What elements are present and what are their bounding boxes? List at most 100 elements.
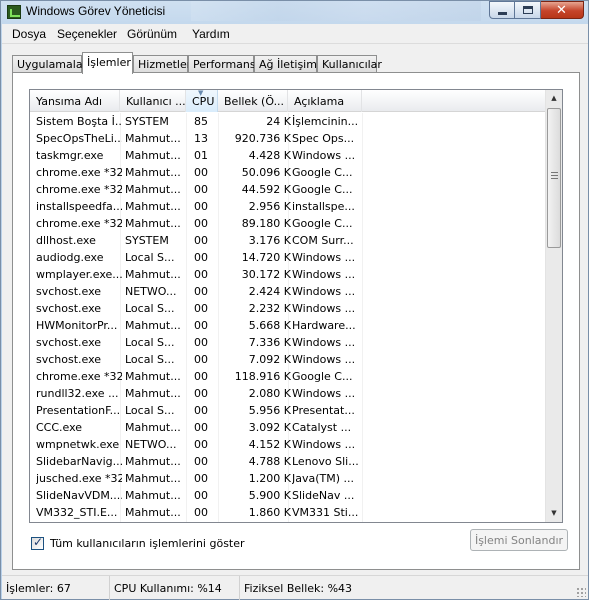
process-name-cell: taskmgr.exe xyxy=(36,149,104,162)
process-description-cell: Windows ... xyxy=(292,336,356,349)
process-row[interactable]: svchost.exe Local S... 00 2.232 K Windows ..… xyxy=(30,300,548,317)
process-list[interactable]: Yansıma Adı Kullanıcı ... ▼ CPU Bellek (… xyxy=(29,89,563,523)
process-row[interactable]: SlidebarNavig... Mahmut... 00 4.788 K Lenovo… xyxy=(30,453,548,470)
process-name-cell: chrome.exe *32 xyxy=(36,370,122,383)
process-memory-cell: 4.788 K xyxy=(248,455,291,468)
process-user-cell: Mahmut... xyxy=(125,421,181,434)
process-user-cell: Mahmut... xyxy=(125,387,181,400)
process-row[interactable]: SlideNavVDM.... Mahmut... 00 5.900 K SlideNa… xyxy=(30,487,548,504)
process-memory-cell: 14.720 K xyxy=(241,251,291,264)
end-process-button[interactable]: İşlemi Sonlandır xyxy=(470,529,568,551)
process-row[interactable]: svchost.exe NETWO... 00 2.424 K Windows ... xyxy=(30,283,548,300)
process-description-cell: VM331 Sti... xyxy=(292,506,358,519)
column-user-name[interactable]: Kullanıcı ... xyxy=(120,90,186,112)
process-row[interactable]: installspeedfa... Mahmut... 00 2.956 Kinsta… xyxy=(30,198,548,215)
process-memory-cell: 2.956 K xyxy=(248,200,291,213)
process-memory-cell: 2.080 K xyxy=(248,387,291,400)
process-row[interactable]: chrome.exe *32 Mahmut... 00 44.592 K Google … xyxy=(30,181,548,198)
process-row[interactable]: jusched.exe *32 Mahmut... 00 1.200 K Java(TM… xyxy=(30,470,548,487)
process-row[interactable]: svchost.exe Local S... 00 7.336 K Windows ..… xyxy=(30,334,548,351)
process-row[interactable]: svchost.exe Local S... 00 7.092 K Windows ..… xyxy=(30,351,548,368)
process-name-cell: dllhost.exe xyxy=(36,234,96,247)
process-user-cell: Mahmut... xyxy=(125,200,181,213)
processes-panel: Yansıma Adı Kullanıcı ... ▼ CPU Bellek (… xyxy=(12,72,580,570)
resize-grip-icon[interactable] xyxy=(576,587,586,597)
process-row[interactable]: Sistem Boşta İ... SYSTEM 85 24 K İşlemcinin.… xyxy=(30,113,548,130)
process-description-cell: Google C... xyxy=(292,183,353,196)
menu-view[interactable]: Görünüm xyxy=(127,27,177,41)
process-row[interactable]: wmpnetwk.exe NETWO... 00 4.152 K Windows ... xyxy=(30,436,548,453)
menu-bar: Dosya Seçenekler Görünüm Yardım xyxy=(2,24,588,44)
tab-processes[interactable]: İşlemler xyxy=(82,52,133,74)
process-description-cell: İşlemcinin... xyxy=(292,115,358,128)
tab-services[interactable]: Hizmetler xyxy=(133,55,191,73)
process-user-cell: Local S... xyxy=(125,336,175,349)
process-description-cell: Windows ... xyxy=(292,302,356,315)
column-description[interactable]: Açıklama xyxy=(288,90,362,112)
process-memory-cell: 44.592 K xyxy=(241,183,291,196)
maximize-button[interactable] xyxy=(515,1,541,19)
process-row[interactable]: dllhost.exe SYSTEM 00 3.176 K COM Surr... xyxy=(30,232,548,249)
process-user-cell: Local S... xyxy=(125,302,175,315)
process-name-cell: audiodg.exe xyxy=(36,251,104,264)
close-button[interactable]: ✕ xyxy=(541,1,584,19)
process-description-cell: Hardware... xyxy=(292,319,356,332)
process-name-cell: PresentationF... xyxy=(36,404,121,417)
menu-help[interactable]: Yardım xyxy=(192,27,230,41)
title-bar[interactable]: Windows Görev Yöneticisi ✕ xyxy=(1,1,588,23)
column-image-name[interactable]: Yansıma Adı xyxy=(30,90,120,112)
column-cpu[interactable]: ▼ CPU xyxy=(186,90,218,112)
process-description-cell: Java(TM) ... xyxy=(292,472,355,485)
tab-applications[interactable]: Uygulamalar xyxy=(12,55,87,73)
process-description-cell: installspe... xyxy=(292,200,355,213)
vertical-scrollbar[interactable]: ▲ ▼ xyxy=(545,90,562,522)
scrollbar-thumb[interactable] xyxy=(547,108,561,248)
tab-users[interactable]: Kullanıcılar xyxy=(317,55,382,73)
process-row[interactable]: rundll32.exe ... Mahmut... 00 2.080 K Window… xyxy=(30,385,548,402)
process-user-cell: NETWO... xyxy=(125,438,177,451)
process-memory-cell: 30.172 K xyxy=(241,268,291,281)
process-row[interactable]: chrome.exe *32 Mahmut... 00 50.096 K Google … xyxy=(30,164,548,181)
process-row[interactable]: SpecOpsTheLi... Mahmut... 13 920.736 K Spec … xyxy=(30,130,548,147)
process-memory-cell: 4.428 K xyxy=(248,149,291,162)
minimize-button[interactable] xyxy=(489,1,515,19)
process-user-cell: Mahmut... xyxy=(125,183,181,196)
show-all-users-label[interactable]: Tüm kullanıcıların işlemlerini göster xyxy=(50,537,245,550)
sort-descending-icon: ▼ xyxy=(198,90,204,97)
process-user-cell: Mahmut... xyxy=(125,268,181,281)
menu-file[interactable]: Dosya xyxy=(12,27,46,41)
process-name-cell: svchost.exe xyxy=(36,302,102,315)
process-row[interactable]: PresentationF... Local S... 00 5.956 K Prese… xyxy=(30,402,548,419)
process-row[interactable]: audiodg.exe Local S... 00 14.720 K Windows .… xyxy=(30,249,548,266)
process-row[interactable]: taskmgr.exe Mahmut... 01 4.428 K Windows ... xyxy=(30,147,548,164)
process-description-cell: Windows ... xyxy=(292,438,356,451)
process-row[interactable]: HWMonitorPr... Mahmut... 00 5.668 K Hardware… xyxy=(30,317,548,334)
process-user-cell: Mahmut... xyxy=(125,506,181,519)
column-memory[interactable]: Bellek (Ö... xyxy=(218,90,288,112)
menu-options[interactable]: Seçenekler xyxy=(57,27,117,41)
process-list-header: Yansıma Adı Kullanıcı ... ▼ CPU Bellek (… xyxy=(30,90,548,112)
status-process-count: İşlemler: 67 xyxy=(2,576,110,600)
process-name-cell: svchost.exe xyxy=(36,336,102,349)
window-controls: ✕ xyxy=(489,1,584,19)
process-description-cell: Google C... xyxy=(292,370,353,383)
process-row[interactable]: chrome.exe *32 Mahmut... 00 118.916 K Google… xyxy=(30,368,548,385)
tab-networking[interactable]: Ağ İletişimi xyxy=(254,55,320,73)
task-manager-window: Windows Görev Yöneticisi ✕ Dosya Seçenek… xyxy=(0,0,589,600)
process-name-cell: HWMonitorPr... xyxy=(36,319,118,332)
scroll-down-arrow-icon[interactable]: ▼ xyxy=(546,505,562,522)
process-name-cell: Sistem Boşta İ... xyxy=(36,115,122,128)
process-row[interactable]: CCC.exe Mahmut... 00 3.092 K Catalyst ... xyxy=(30,419,548,436)
title-bar-glass xyxy=(191,1,481,21)
process-description-cell: Windows ... xyxy=(292,387,356,400)
process-name-cell: jusched.exe *32 xyxy=(36,472,122,485)
process-row[interactable]: wmplayer.exe... Mahmut... 00 30.172 K Window… xyxy=(30,266,548,283)
tab-performance[interactable]: Performans xyxy=(188,55,256,73)
process-row[interactable]: VM332_STI.E... Mahmut... 00 1.860 K VM331 St… xyxy=(30,504,548,521)
process-row[interactable]: chrome.exe *32 Mahmut... 00 89.180 K Google … xyxy=(30,215,548,232)
process-name-cell: chrome.exe *32 xyxy=(36,217,122,230)
process-description-cell: Windows ... xyxy=(292,268,356,281)
process-memory-cell: 5.956 K xyxy=(248,404,291,417)
scroll-up-arrow-icon[interactable]: ▲ xyxy=(546,90,562,107)
show-all-users-checkbox[interactable] xyxy=(31,535,44,550)
